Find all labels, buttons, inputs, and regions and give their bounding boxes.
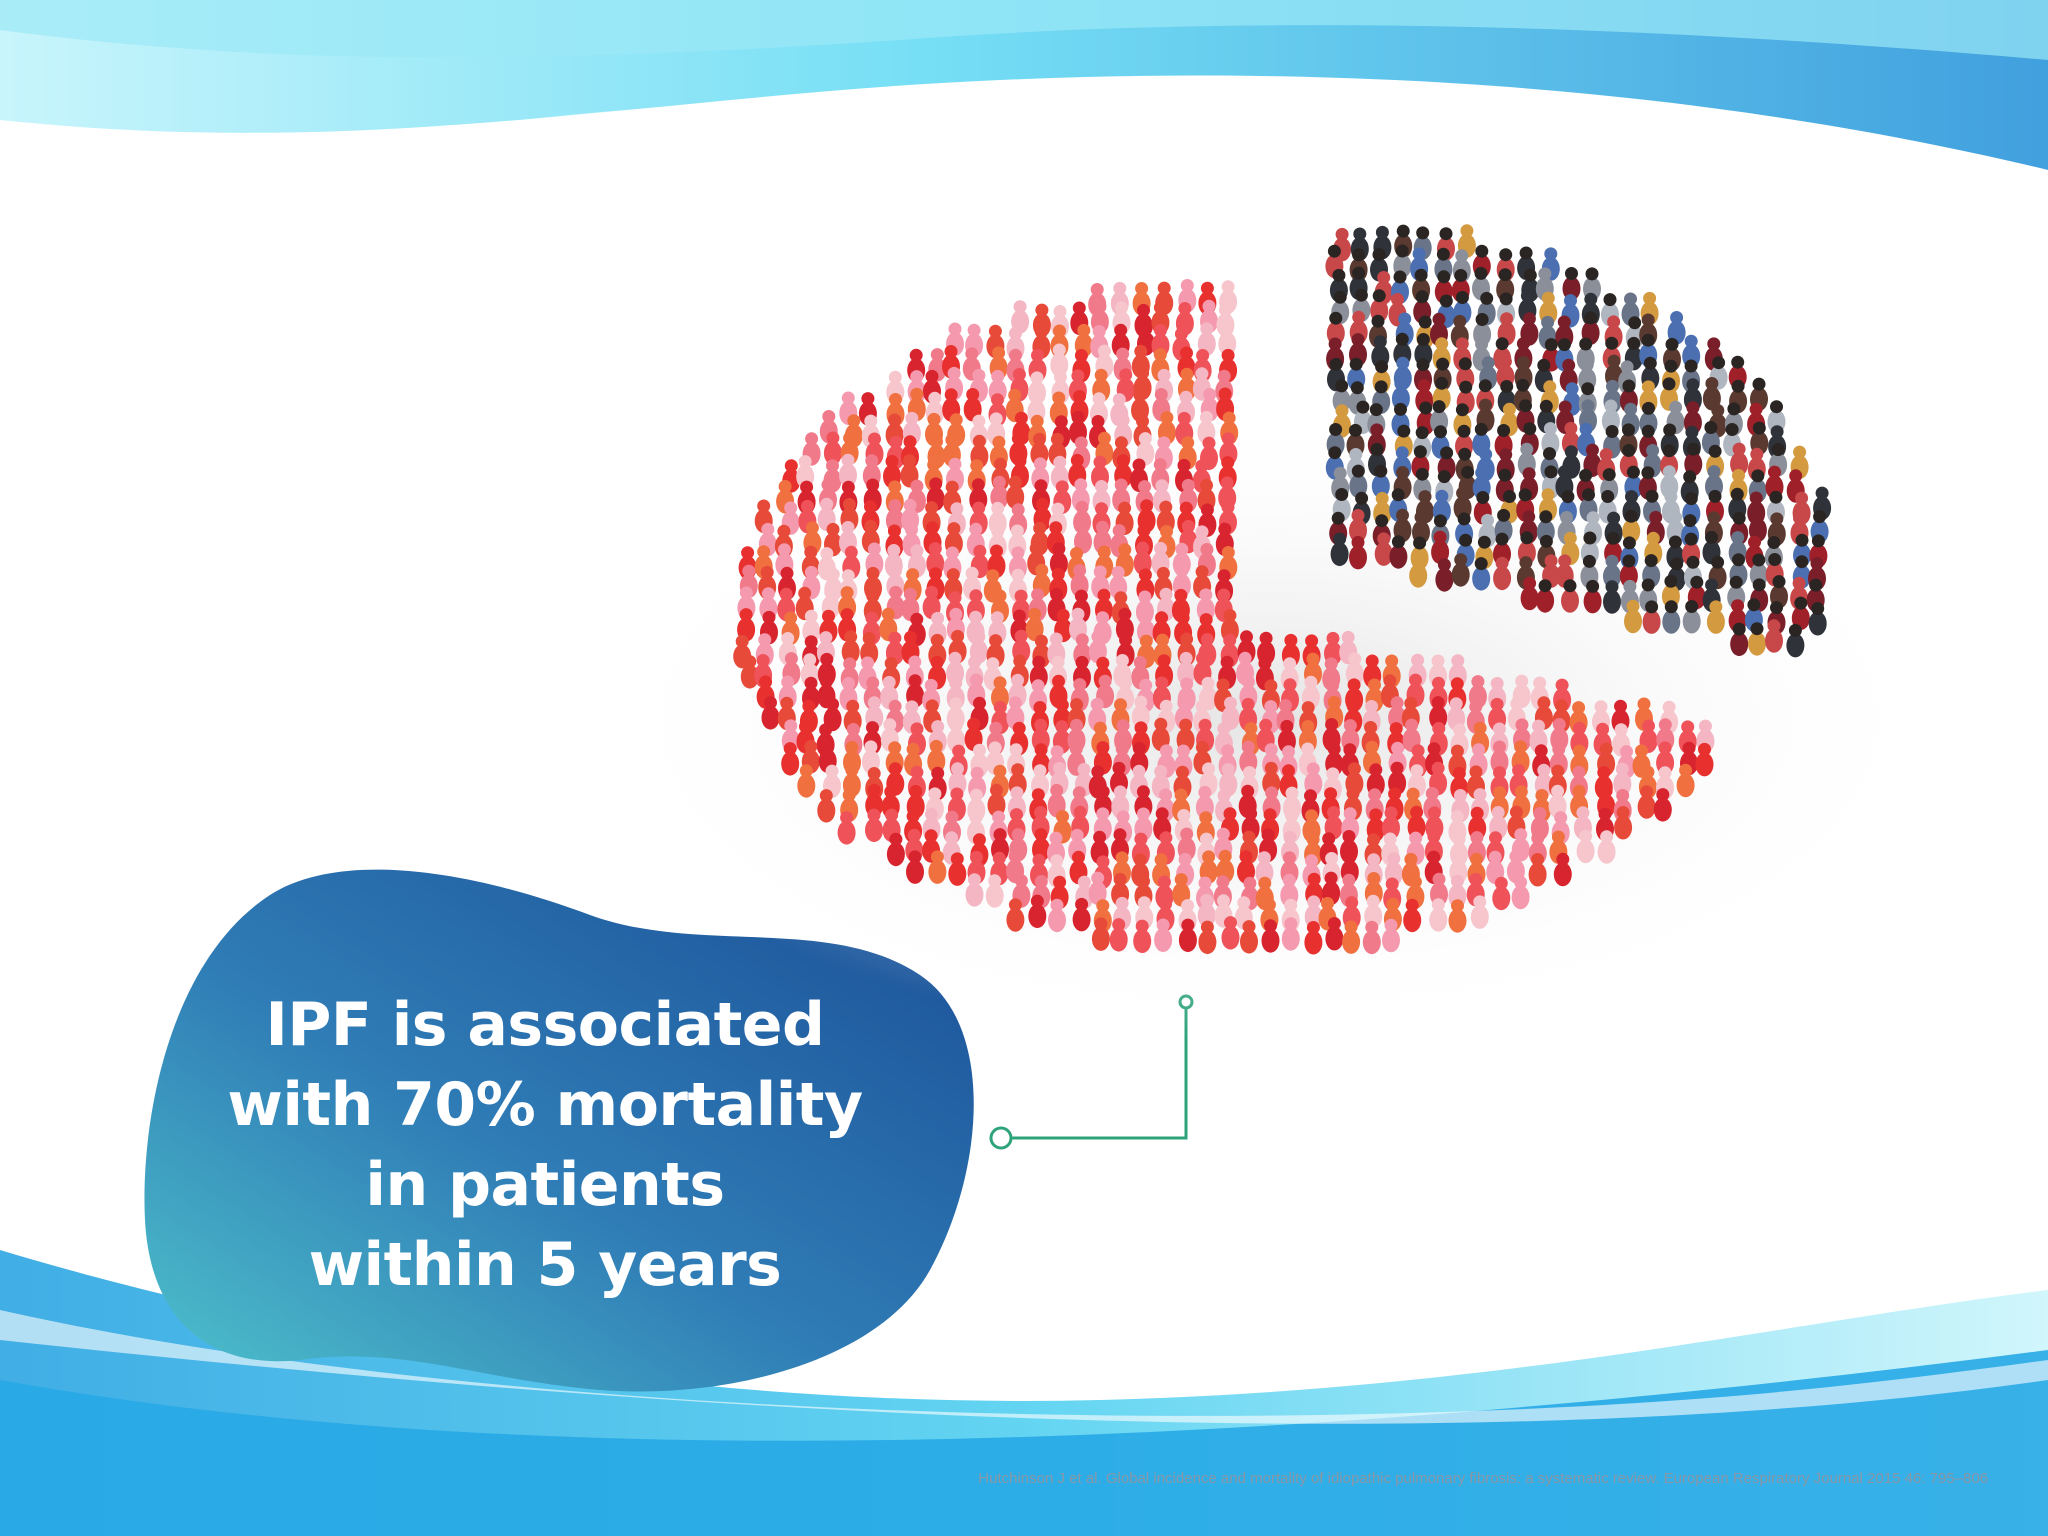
- person-icon: [948, 852, 967, 886]
- person-icon: [1072, 897, 1091, 932]
- citation: Hutchinson J et al. Global incidence and…: [978, 1470, 1988, 1487]
- person-icon: [1304, 921, 1323, 955]
- person-icon: [1597, 830, 1616, 864]
- person-icon: [1362, 920, 1381, 955]
- person-icon: [1178, 918, 1197, 953]
- person-icon: [817, 789, 836, 823]
- person-icon: [1221, 916, 1240, 950]
- person-icon: [1154, 918, 1173, 952]
- person-icon: [1133, 919, 1152, 954]
- person-icon: [1325, 917, 1344, 951]
- person-icon: [1389, 535, 1408, 569]
- callout-text: IPF is associated with 70% mortality in …: [175, 985, 915, 1305]
- person-icon: [1028, 894, 1047, 929]
- person-icon: [1409, 554, 1428, 588]
- pie-chart: [580, 224, 1960, 1040]
- person-icon: [1091, 917, 1110, 951]
- person-icon: [781, 742, 800, 776]
- person-icon: [1748, 622, 1766, 656]
- person-icon: [886, 832, 905, 867]
- person-icon: [1765, 619, 1783, 653]
- person-icon: [1435, 558, 1454, 592]
- person-icon: [865, 808, 883, 843]
- person-icon: [1637, 785, 1656, 819]
- person-icon: [1281, 917, 1300, 951]
- person-icon: [1349, 535, 1367, 570]
- person-icon: [965, 873, 984, 907]
- person-icon: [1109, 918, 1128, 952]
- person-icon: [1511, 875, 1530, 910]
- person-icon: [1429, 898, 1448, 932]
- person-icon: [761, 696, 780, 730]
- person-icon: [1706, 600, 1725, 634]
- person-icon: [1676, 763, 1695, 798]
- callout-line-2: with 70% mortality: [227, 1070, 863, 1140]
- person-icon: [906, 850, 924, 884]
- person-icon: [1451, 553, 1470, 587]
- person-icon: [1786, 623, 1805, 658]
- person-icon: [1583, 579, 1602, 614]
- person-icon: [1403, 898, 1422, 933]
- person-icon: [1048, 898, 1066, 933]
- person-icon: [1653, 788, 1672, 822]
- person-icon: [1261, 919, 1280, 953]
- person-icon: [1198, 920, 1217, 955]
- person-icon: [837, 811, 856, 845]
- person-icon: [928, 850, 947, 884]
- callout-line-3: in patients: [365, 1150, 725, 1220]
- callout-line-1: IPF is associated: [265, 990, 825, 1060]
- person-icon: [1662, 600, 1681, 634]
- person-icon: [1553, 852, 1572, 887]
- person-icon: [1493, 556, 1512, 591]
- person-icon: [797, 764, 816, 798]
- person-icon: [1470, 895, 1489, 929]
- person-icon: [1006, 898, 1025, 932]
- person-icon: [1536, 579, 1555, 613]
- person-icon: [1382, 918, 1400, 953]
- person-icon: [1808, 602, 1827, 636]
- person-icon: [985, 874, 1004, 908]
- person-icon: [1603, 580, 1621, 614]
- person-icon: [1472, 557, 1491, 591]
- person-icon: [1682, 600, 1701, 634]
- person-icon: [1330, 532, 1349, 567]
- person-icon: [1528, 853, 1547, 887]
- person-icon: [1448, 899, 1467, 933]
- person-icon: [1561, 579, 1579, 613]
- person-icon: [1576, 829, 1595, 864]
- person-icon: [1240, 920, 1258, 954]
- person-icon: [1695, 742, 1714, 777]
- callout-line-4: within 5 years: [308, 1230, 782, 1300]
- person-icon: [1624, 599, 1642, 634]
- person-icon: [1614, 806, 1633, 840]
- person-icon: [1642, 600, 1661, 634]
- person-icon: [1520, 576, 1539, 611]
- person-icon: [1342, 920, 1361, 954]
- person-icon: [1730, 622, 1749, 657]
- person-icon: [1492, 876, 1511, 911]
